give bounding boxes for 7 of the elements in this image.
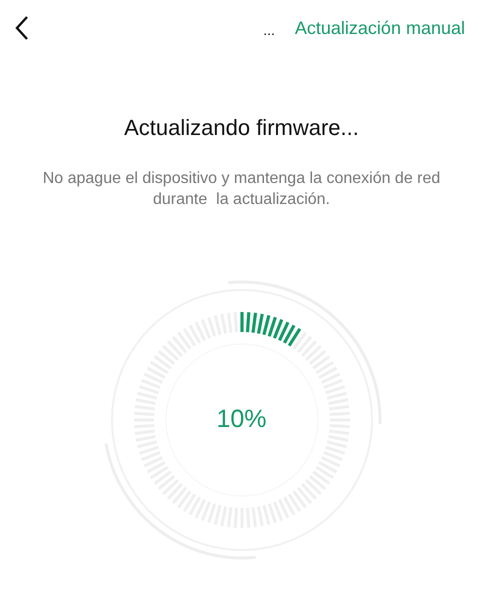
back-icon[interactable] [14, 15, 30, 41]
progress-fill [240, 312, 301, 347]
manual-update-link[interactable]: Actualización manual [294, 14, 465, 42]
title: Actualizando firmware... [123, 114, 360, 142]
message: No apague el dispositivo y mantenga la conexión de red durante la actualización. [42, 169, 442, 210]
more-menu[interactable]: ... [263, 20, 275, 40]
progress-percent: 10% [216, 404, 267, 436]
